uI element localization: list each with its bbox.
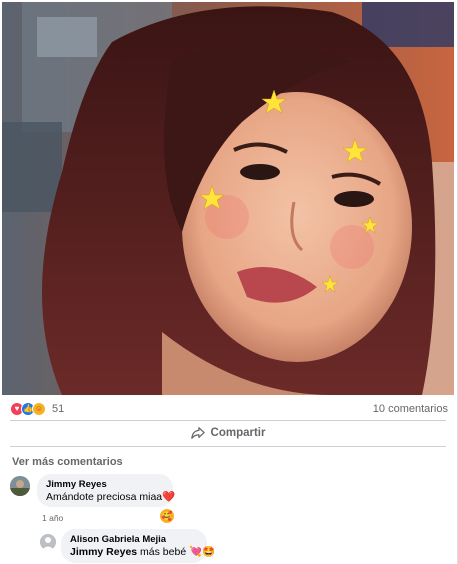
- post-card: ♥ 👍 ☺ 51 10 comentarios Compartir Ver má…: [0, 0, 458, 564]
- comment-timestamp[interactable]: 1 año: [42, 513, 63, 523]
- reply-bubble: Alison Gabriela Mejia Jimmy Reyes más be…: [61, 529, 215, 563]
- avatar[interactable]: [10, 476, 30, 496]
- reactions-row: ♥ 👍 ☺ 51 10 comentarios: [10, 400, 448, 418]
- comment-text: Amándote preciosa miaa❤️: [46, 490, 175, 505]
- avatar[interactable]: [40, 534, 56, 550]
- share-label: Compartir: [210, 427, 266, 439]
- comment-bubble: Jimmy Reyes Amándote preciosa miaa❤️: [37, 474, 175, 507]
- care-icon: ☺: [32, 402, 46, 416]
- comment-author[interactable]: Jimmy Reyes: [46, 479, 164, 490]
- reply-emoji: 💘🤩: [189, 546, 216, 558]
- selfie-image: [2, 2, 454, 395]
- reply-message: más bebé: [137, 546, 187, 558]
- reaction-icons: ♥ 👍 ☺: [10, 402, 46, 416]
- see-more-comments-link[interactable]: Ver más comentarios: [12, 456, 123, 468]
- heart-emoji: ❤️: [162, 491, 176, 503]
- comments-count-link[interactable]: 10 comentarios: [373, 403, 448, 415]
- reply-text: Jimmy Reyes más bebé 💘🤩: [70, 545, 215, 560]
- share-button[interactable]: Compartir: [10, 421, 446, 445]
- share-icon: [190, 427, 205, 439]
- avatar-image: [10, 476, 30, 496]
- reaction-count: 51: [52, 403, 65, 415]
- default-avatar-icon: [40, 534, 56, 550]
- post-photo[interactable]: [2, 2, 454, 395]
- reply-author[interactable]: Alison Gabriela Mejia: [70, 534, 198, 545]
- mention-link[interactable]: Jimmy Reyes: [70, 546, 137, 558]
- comment-reaction-badge[interactable]: 🥰: [160, 509, 174, 523]
- reactions-summary[interactable]: ♥ 👍 ☺ 51: [10, 402, 64, 416]
- divider: [10, 446, 446, 447]
- comment-message: Amándote preciosa miaa: [46, 491, 163, 503]
